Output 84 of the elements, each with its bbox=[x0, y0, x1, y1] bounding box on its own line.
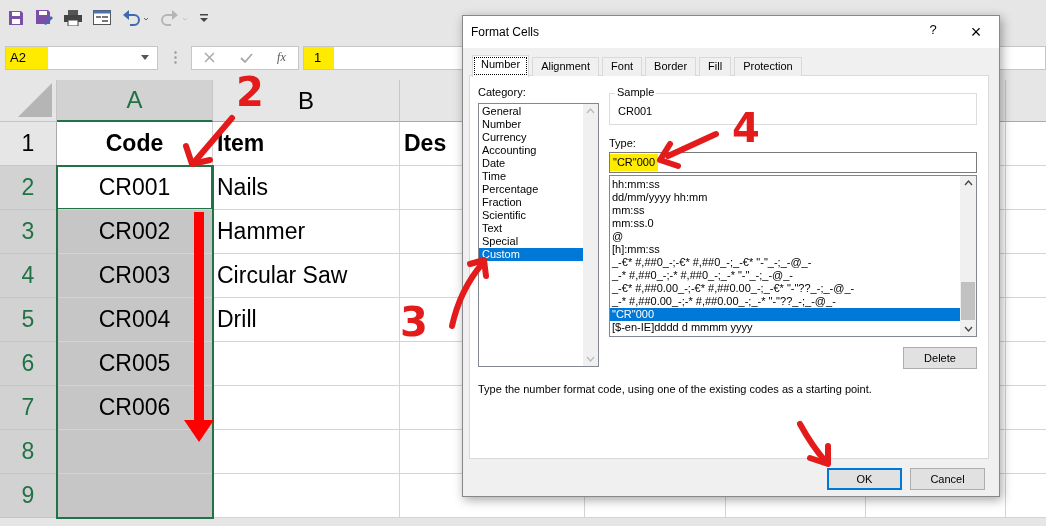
list-item[interactable]: mm:ss bbox=[610, 204, 960, 217]
row-header[interactable]: 4 bbox=[21, 262, 35, 289]
list-item[interactable]: Accounting bbox=[479, 144, 583, 157]
delete-button[interactable]: Delete bbox=[903, 347, 977, 369]
close-button[interactable]: × bbox=[953, 21, 999, 43]
table-cell: Drill bbox=[213, 298, 400, 342]
tab[interactable]: Alignment bbox=[532, 57, 600, 76]
cancel-button[interactable]: Cancel bbox=[910, 468, 985, 490]
list-item[interactable]: mm:ss.0 bbox=[610, 217, 960, 230]
list-item[interactable]: _-* #,##0_-;-* #,##0_-;_-* "-"_-;_-@_- bbox=[610, 269, 960, 282]
table-cell: Code bbox=[57, 122, 213, 166]
sample-label: Sample bbox=[615, 86, 657, 98]
list-item[interactable]: Currency bbox=[479, 131, 583, 144]
customize-toolbar-icon[interactable] bbox=[200, 13, 208, 22]
row-header[interactable]: 9 bbox=[21, 482, 35, 509]
table-cell: CR002 bbox=[57, 210, 213, 254]
table-cell: CR006 bbox=[57, 386, 213, 430]
tab[interactable]: Font bbox=[602, 57, 643, 76]
row-header[interactable]: 7 bbox=[21, 394, 35, 421]
column-header[interactable]: A bbox=[126, 86, 143, 114]
column-header[interactable]: B bbox=[298, 86, 314, 115]
row-header[interactable]: 6 bbox=[21, 350, 35, 377]
name-box[interactable]: A2 bbox=[5, 45, 158, 70]
list-item[interactable]: Scientific bbox=[479, 209, 583, 222]
annotation-number: 2 bbox=[236, 72, 264, 112]
list-item[interactable]: General bbox=[479, 105, 583, 118]
scroll-thumb[interactable] bbox=[961, 282, 975, 320]
table-cell: Circular Saw bbox=[213, 254, 400, 298]
table-cell: CR005 bbox=[57, 342, 213, 386]
undo-icon[interactable] bbox=[122, 9, 150, 26]
type-label: Type: bbox=[609, 137, 637, 151]
list-item[interactable]: Fraction bbox=[479, 196, 583, 209]
arrow bbox=[797, 421, 831, 467]
type-field[interactable]: "CR"000 bbox=[609, 152, 977, 173]
grip-icon bbox=[174, 51, 177, 64]
cancel-icon[interactable] bbox=[204, 52, 216, 63]
row-header[interactable]: 8 bbox=[21, 438, 35, 465]
row-header[interactable]: 3 bbox=[21, 218, 35, 245]
hint-text: Type the number format code, using one of the existing codes as a starting point. bbox=[478, 383, 873, 395]
list-item[interactable]: Text bbox=[479, 222, 583, 235]
printer-icon[interactable] bbox=[64, 9, 82, 26]
insert-function-button[interactable]: fx bbox=[277, 50, 286, 65]
list-item[interactable]: _-* #,##0.00_-;-* #,##0.00_-;_-* "-"??_-;_-@_- bbox=[610, 295, 960, 308]
scrollbar[interactable] bbox=[960, 176, 976, 336]
form-icon[interactable] bbox=[93, 10, 111, 25]
tab[interactable]: Protection bbox=[734, 57, 802, 76]
tab[interactable]: Number bbox=[472, 55, 530, 77]
annotation-number: 3 bbox=[400, 302, 428, 342]
list-item[interactable]: hh:mm:ss bbox=[610, 178, 960, 191]
list-item[interactable]: dd/mm/yyyy hh:mm bbox=[610, 191, 960, 204]
ok-button[interactable]: OK bbox=[827, 468, 902, 490]
row-header[interactable]: 5 bbox=[21, 306, 35, 333]
table-cell: Hammer bbox=[213, 210, 400, 254]
save-as-icon[interactable] bbox=[35, 9, 53, 26]
category-label: Category: bbox=[478, 86, 527, 100]
annotation-number: 4 bbox=[732, 108, 760, 148]
save-icon[interactable] bbox=[8, 9, 24, 26]
tab[interactable]: Fill bbox=[699, 57, 732, 76]
table-cell: Item bbox=[213, 122, 400, 166]
row-header[interactable]: 1 bbox=[21, 130, 35, 157]
table-cell: CR004 bbox=[57, 298, 213, 342]
scroll-up-icon[interactable] bbox=[963, 180, 973, 186]
row-header[interactable]: 2 bbox=[21, 174, 35, 201]
arrow bbox=[657, 131, 719, 169]
list-item[interactable]: _-€* #,##0_-;-€* #,##0_-;_-€* "-"_-;_-@_- bbox=[610, 256, 960, 269]
list-item[interactable]: @ bbox=[610, 230, 960, 243]
dropdown-caret-icon[interactable] bbox=[141, 55, 149, 60]
sample-value: CR001 bbox=[618, 105, 653, 117]
list-item[interactable]: _-€* #,##0.00_-;-€* #,##0.00_-;_-€* "-"??_-;_-@_- bbox=[610, 282, 960, 295]
scroll-down-icon[interactable] bbox=[963, 326, 973, 332]
table-cell: Nails bbox=[213, 166, 400, 210]
list-item[interactable]: Custom bbox=[479, 248, 583, 261]
dialog-title: Format Cells bbox=[471, 25, 539, 39]
list-item[interactable]: Percentage bbox=[479, 183, 583, 196]
list-item[interactable]: [$-en-IE]dddd d mmmm yyyy bbox=[610, 321, 960, 334]
check-icon[interactable] bbox=[239, 52, 253, 63]
arrow bbox=[449, 257, 489, 329]
help-button[interactable]: ? bbox=[913, 21, 953, 43]
tab[interactable]: Border bbox=[645, 57, 697, 76]
list-item[interactable]: "CR"000 bbox=[610, 308, 960, 321]
list-item[interactable]: Special bbox=[479, 235, 583, 248]
list-item[interactable]: [h]:mm:ss bbox=[610, 243, 960, 256]
table-cell: CR003 bbox=[57, 254, 213, 298]
list-item[interactable]: Time bbox=[479, 170, 583, 183]
